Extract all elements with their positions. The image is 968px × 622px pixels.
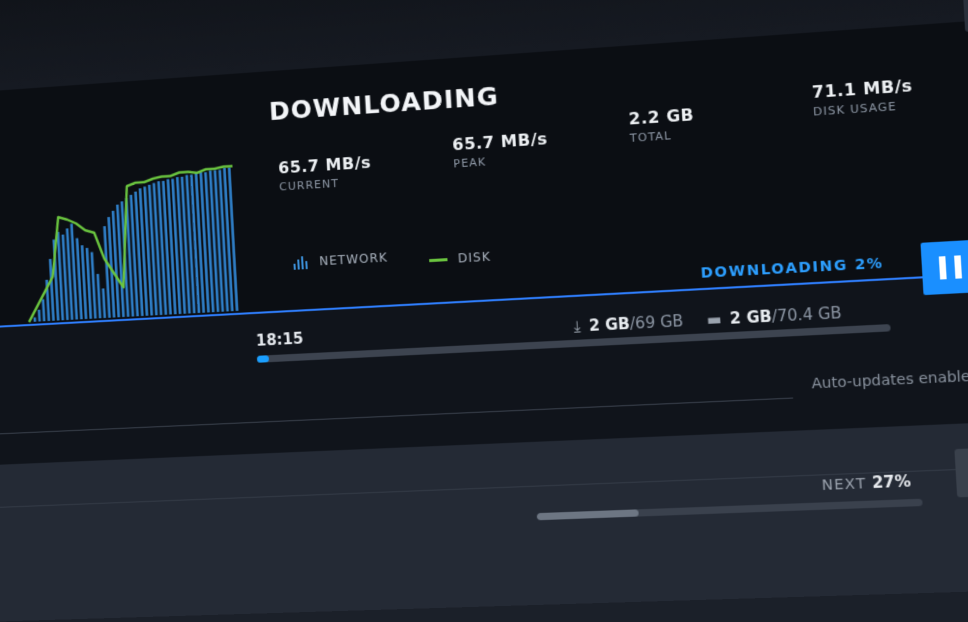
network-bar — [33, 317, 37, 322]
download-progress-fill — [256, 355, 270, 363]
legend-network-label: NETWORK — [318, 250, 389, 269]
download-icon: ⤓ — [573, 317, 582, 336]
stat-current: 65.7 MB/s CURRENT — [278, 153, 373, 194]
network-bar — [101, 288, 107, 319]
downloaded-value: 2 GB — [588, 314, 631, 336]
network-bars — [33, 167, 239, 322]
bandwidth-chart — [1, 132, 263, 325]
pause-button[interactable] — [920, 239, 968, 296]
stat-peak: 65.7 MB/s PEAK — [452, 129, 549, 171]
hard-drive-icon: ▬ — [705, 309, 722, 330]
next-item-status: NEXT 27% — [821, 472, 911, 494]
next-percent: 27% — [871, 471, 912, 493]
stat-total: 2.2 GB TOTAL — [628, 105, 695, 145]
stat-total-value: 2.2 GB — [628, 104, 695, 129]
disk-line-icon — [429, 257, 448, 262]
network-bar — [96, 273, 102, 319]
downloads-page: ⚙ DOWNLOADING 65.7 MB/s CURRENT 65.7 MB/… — [0, 0, 968, 622]
network-bar — [41, 299, 46, 322]
network-bar — [37, 309, 41, 322]
time-remaining: 18:15 — [255, 329, 304, 350]
legend-disk-label: DISK — [457, 249, 492, 266]
network-bars-icon — [293, 255, 310, 270]
download-next-button[interactable]: ⤓ — [954, 447, 968, 498]
disk-written-value: 2 GB — [729, 307, 773, 328]
disk-total: /70.4 GB — [771, 303, 843, 326]
stat-disk-usage: 71.1 MB/s DISK USAGE — [811, 76, 914, 119]
downloaded-total: /69 GB — [629, 311, 684, 333]
next-label: NEXT — [821, 475, 867, 495]
